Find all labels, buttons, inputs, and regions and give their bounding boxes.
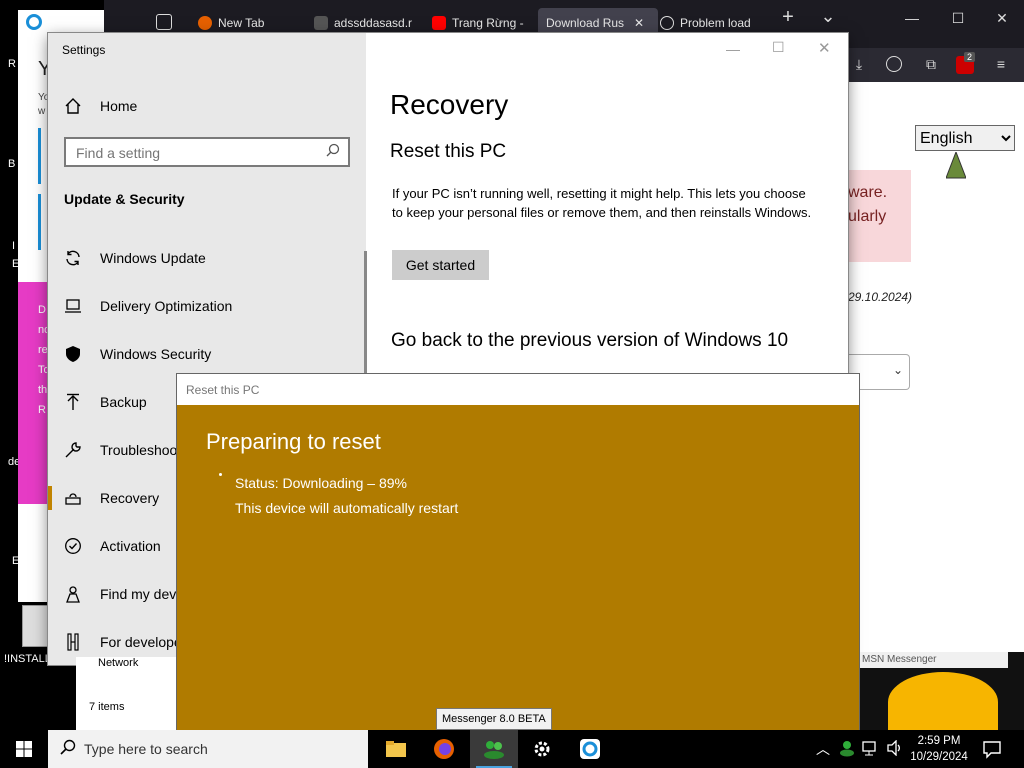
- desktop-fragment: R: [8, 58, 16, 70]
- accent-bar: [38, 128, 41, 184]
- settings-minimize-button[interactable]: —: [726, 41, 740, 57]
- volume-icon[interactable]: [886, 739, 904, 761]
- go-back-heading: Go back to the previous version of Windo…: [391, 330, 789, 351]
- desktop-fragment: B: [8, 158, 16, 170]
- developer-tools-icon: [62, 631, 84, 653]
- notifications-icon[interactable]: [982, 739, 1002, 764]
- firefox-taskbar[interactable]: [420, 730, 468, 768]
- window-title: Settings: [62, 43, 106, 57]
- desktop-icon-label[interactable]: !INSTALL: [4, 653, 51, 665]
- section-title: Update & Security: [64, 191, 185, 207]
- search-placeholder: Type here to search: [84, 741, 208, 757]
- close-button[interactable]: ✕: [988, 10, 1016, 27]
- backup-arrow-icon: [62, 391, 84, 413]
- taskbar: Type here to search ︿ 2:59 PM 10/29/2024: [0, 730, 1024, 768]
- app-logo-icon: [26, 14, 42, 30]
- extensions-icon[interactable]: ⧉: [922, 56, 940, 74]
- item-count: 7 items: [89, 701, 125, 713]
- nav-home[interactable]: Home: [48, 84, 366, 128]
- tab-list-icon[interactable]: [156, 14, 172, 30]
- gear-icon: [534, 741, 550, 757]
- wrench-icon: [62, 439, 84, 461]
- home-icon: [62, 95, 84, 117]
- network-icon[interactable]: [862, 741, 880, 762]
- search-input[interactable]: [74, 139, 318, 167]
- restart-note: This device will automatically restart: [235, 500, 459, 516]
- taskbar-tooltip: Messenger 8.0 BETA: [436, 708, 552, 730]
- settings-taskbar[interactable]: [518, 730, 566, 768]
- close-tab-icon[interactable]: ✕: [634, 16, 644, 30]
- youtube-icon: [432, 16, 446, 30]
- app-logo-icon: [580, 739, 600, 759]
- progress-dots-icon: [219, 473, 222, 476]
- windows-logo-icon: [16, 741, 32, 757]
- installer-icon[interactable]: [22, 605, 50, 647]
- dialog-heading: Preparing to reset: [206, 429, 381, 454]
- new-tab-button[interactable]: +: [774, 6, 802, 29]
- recovery-icon: [62, 487, 84, 509]
- reset-pc-dialog: Reset this PC Preparing to reset Status:…: [177, 374, 859, 730]
- file-explorer-window: Network 7 items: [76, 657, 178, 730]
- find-setting-search[interactable]: [64, 137, 350, 167]
- firefox-icon: [198, 16, 212, 30]
- nav-windows-security[interactable]: Windows Security: [48, 332, 366, 376]
- extension-badge: 2: [964, 52, 976, 62]
- file-explorer-taskbar[interactable]: [372, 730, 420, 768]
- menu-icon[interactable]: ≡: [992, 56, 1010, 74]
- messenger-tray-icon[interactable]: [838, 739, 856, 762]
- messenger-taskbar[interactable]: [470, 730, 518, 768]
- page-icon: [314, 16, 328, 30]
- reset-heading: Reset this PC: [390, 141, 507, 162]
- search-icon: [60, 739, 76, 760]
- browser-toolbar: ⤓ ⧉ 2 ≡: [848, 48, 1024, 82]
- desktop-fragment: I: [12, 240, 16, 252]
- taskbar-search[interactable]: Type here to search: [48, 730, 368, 768]
- tree-cursor-icon: [945, 150, 967, 182]
- check-circle-icon: [62, 535, 84, 557]
- nav-delivery-optimization[interactable]: Delivery Optimization: [48, 284, 366, 328]
- minimize-button[interactable]: —: [898, 10, 926, 26]
- msn-titlebar[interactable]: MSN Messenger: [858, 652, 1008, 668]
- show-hidden-icons[interactable]: ︿: [816, 739, 830, 759]
- messenger-buddies-icon: [484, 741, 504, 759]
- app-taskbar[interactable]: [566, 730, 614, 768]
- language-select[interactable]: English: [915, 125, 1015, 151]
- get-started-button[interactable]: Get started: [392, 250, 489, 280]
- firefox-icon: [434, 739, 454, 759]
- date-text: 29.10.2024): [848, 290, 913, 304]
- chevron-down-icon: ⌄: [892, 363, 903, 377]
- system-clock[interactable]: 2:59 PM 10/29/2024: [906, 733, 972, 765]
- tab-list-button[interactable]: ⌄: [814, 6, 842, 27]
- promo-panel: D nd re To th R: [18, 282, 50, 504]
- browser-page: English ware. ularly 29.10.2024) ⌄: [848, 82, 1024, 657]
- accent-bar: [38, 194, 41, 250]
- reset-description: If your PC isn’t running well, resetting…: [392, 186, 812, 220]
- shield-icon: [62, 343, 84, 365]
- download-icon[interactable]: ⤓: [850, 56, 868, 74]
- alert-box: ware. ularly: [848, 170, 911, 262]
- messenger-buddy-image: [888, 672, 998, 732]
- folder-icon: [386, 741, 406, 757]
- settings-close-button[interactable]: ✕: [818, 39, 831, 57]
- person-pin-icon: [62, 583, 84, 605]
- search-icon: [326, 143, 340, 162]
- start-button[interactable]: [0, 730, 48, 768]
- msn-messenger-window: MSN Messenger: [858, 652, 1024, 732]
- maximize-button[interactable]: ☐: [944, 10, 972, 27]
- page-title: Recovery: [390, 89, 509, 120]
- status-text: Status: Downloading – 89%: [235, 475, 407, 491]
- delivery-icon: [62, 295, 84, 317]
- settings-maximize-button[interactable]: ☐: [772, 39, 785, 56]
- nav-windows-update[interactable]: Windows Update: [48, 236, 366, 280]
- account-icon[interactable]: [886, 56, 902, 72]
- info-icon: [660, 16, 674, 30]
- network-item[interactable]: Network: [98, 657, 138, 669]
- sync-icon: [62, 247, 84, 269]
- dialog-titlebar: Reset this PC: [177, 374, 859, 405]
